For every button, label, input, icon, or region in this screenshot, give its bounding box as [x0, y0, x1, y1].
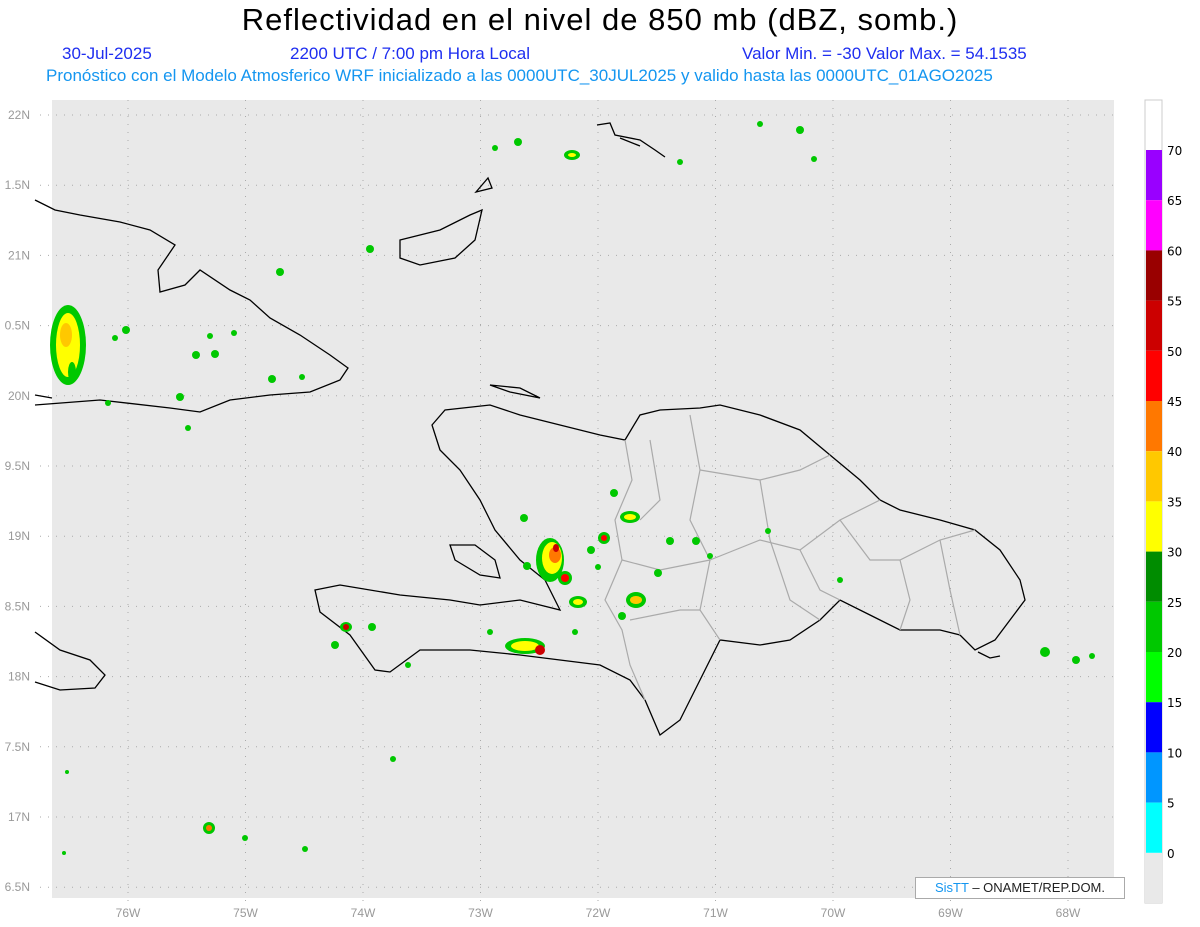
colorbar-label: 25 — [1167, 596, 1182, 610]
colorbar-label: 70 — [1167, 144, 1182, 158]
latitude-label: 18N — [8, 670, 30, 684]
colorbar-label: 45 — [1167, 395, 1182, 409]
colorbar-label: 60 — [1167, 244, 1182, 258]
storm-cell — [564, 150, 580, 160]
colorbar-label: 35 — [1167, 495, 1182, 509]
credit-box: SisTT – ONAMET/REP.DOM. — [915, 877, 1125, 899]
map-title: Reflectividad en el nivel de 850 mb (dBZ… — [241, 2, 959, 37]
longitude-label: 76W — [116, 906, 141, 920]
latitude-label: 7.5N — [5, 740, 30, 754]
colorbar-label: 30 — [1167, 546, 1182, 560]
colorbar-label: 65 — [1167, 194, 1182, 208]
colorbar-below-range — [1145, 853, 1162, 903]
colorbar-label: 55 — [1167, 295, 1182, 309]
valid-time: 2200 UTC / 7:00 pm Hora Local — [290, 44, 531, 63]
colorbar-swatch — [1146, 250, 1162, 301]
colorbar-swatch — [1146, 350, 1162, 401]
puerto-rico-coast-west — [34, 394, 53, 399]
colorbar-swatch — [1146, 652, 1162, 703]
credit-text: – ONAMET/REP.DOM. — [972, 880, 1106, 895]
forecast-info: Pronóstico con el Modelo Atmosferico WRF… — [46, 66, 993, 85]
min-max-values: Valor Min. = -30 Valor Max. = 54.1535 — [742, 44, 1027, 63]
valid-date: 30-Jul-2025 — [62, 44, 152, 63]
longitude-label: 75W — [233, 906, 258, 920]
colorbar-swatch — [1146, 300, 1162, 351]
colorbar-swatch — [1146, 601, 1162, 652]
latitude-label: 17N — [8, 810, 30, 824]
colorbar-swatch — [1146, 501, 1162, 552]
storm-cell — [620, 511, 640, 523]
colorbar-swatch — [1146, 451, 1162, 502]
colorbar-swatch — [1146, 551, 1162, 602]
latitude-label: 1.5N — [5, 178, 30, 192]
storm-cell — [598, 532, 610, 544]
latitude-label: 8.5N — [5, 599, 30, 613]
colorbar-label: 0 — [1167, 847, 1175, 861]
latitude-label: 20N — [8, 389, 30, 403]
colorbar-swatch — [1146, 752, 1162, 803]
weather-map-figure: 22N 1.5N 21N 0.5N 20N 9.5N 19N 8.5N 18N 7.5N 17N 6.… — [0, 0, 1200, 927]
colorbar: 7065605550454035302520151050 — [1144, 99, 1182, 904]
sistt-logo: SisTT — [934, 880, 969, 895]
reflectivity-map: 22N 1.5N 21N 0.5N 20N 9.5N 19N 8.5N 18N 7.5N 17N 6.… — [5, 99, 1182, 920]
map-background — [52, 100, 1114, 898]
longitude-label: 73W — [468, 906, 493, 920]
storm-cell — [340, 622, 352, 632]
longitude-label: 74W — [351, 906, 376, 920]
storm-cell — [569, 596, 587, 608]
latitude-label: 9.5N — [5, 459, 30, 473]
colorbar-swatch — [1146, 802, 1162, 853]
colorbar-label: 15 — [1167, 696, 1182, 710]
latitude-label: 22N — [8, 108, 30, 122]
storm-cell — [50, 305, 86, 385]
colorbar-label: 10 — [1167, 746, 1182, 760]
longitude-label: 71W — [703, 906, 728, 920]
colorbar-swatch — [1146, 702, 1162, 753]
colorbar-label: 40 — [1167, 445, 1182, 459]
latitude-label: 6.5N — [5, 880, 30, 894]
longitude-label: 68W — [1056, 906, 1081, 920]
colorbar-label: 20 — [1167, 646, 1182, 660]
storm-cell — [203, 822, 215, 834]
colorbar-label: 5 — [1167, 797, 1175, 811]
storm-cell — [626, 592, 646, 608]
latitude-label: 0.5N — [5, 319, 30, 333]
colorbar-swatch — [1146, 200, 1162, 251]
latitude-label: 19N — [8, 529, 30, 543]
colorbar-swatch — [1146, 401, 1162, 452]
latitude-label: 21N — [8, 248, 30, 262]
longitude-label: 72W — [586, 906, 611, 920]
storm-cell — [558, 571, 572, 585]
colorbar-swatch — [1146, 150, 1162, 201]
longitude-label: 70W — [821, 906, 846, 920]
colorbar-label: 50 — [1167, 345, 1182, 359]
longitude-label: 69W — [938, 906, 963, 920]
